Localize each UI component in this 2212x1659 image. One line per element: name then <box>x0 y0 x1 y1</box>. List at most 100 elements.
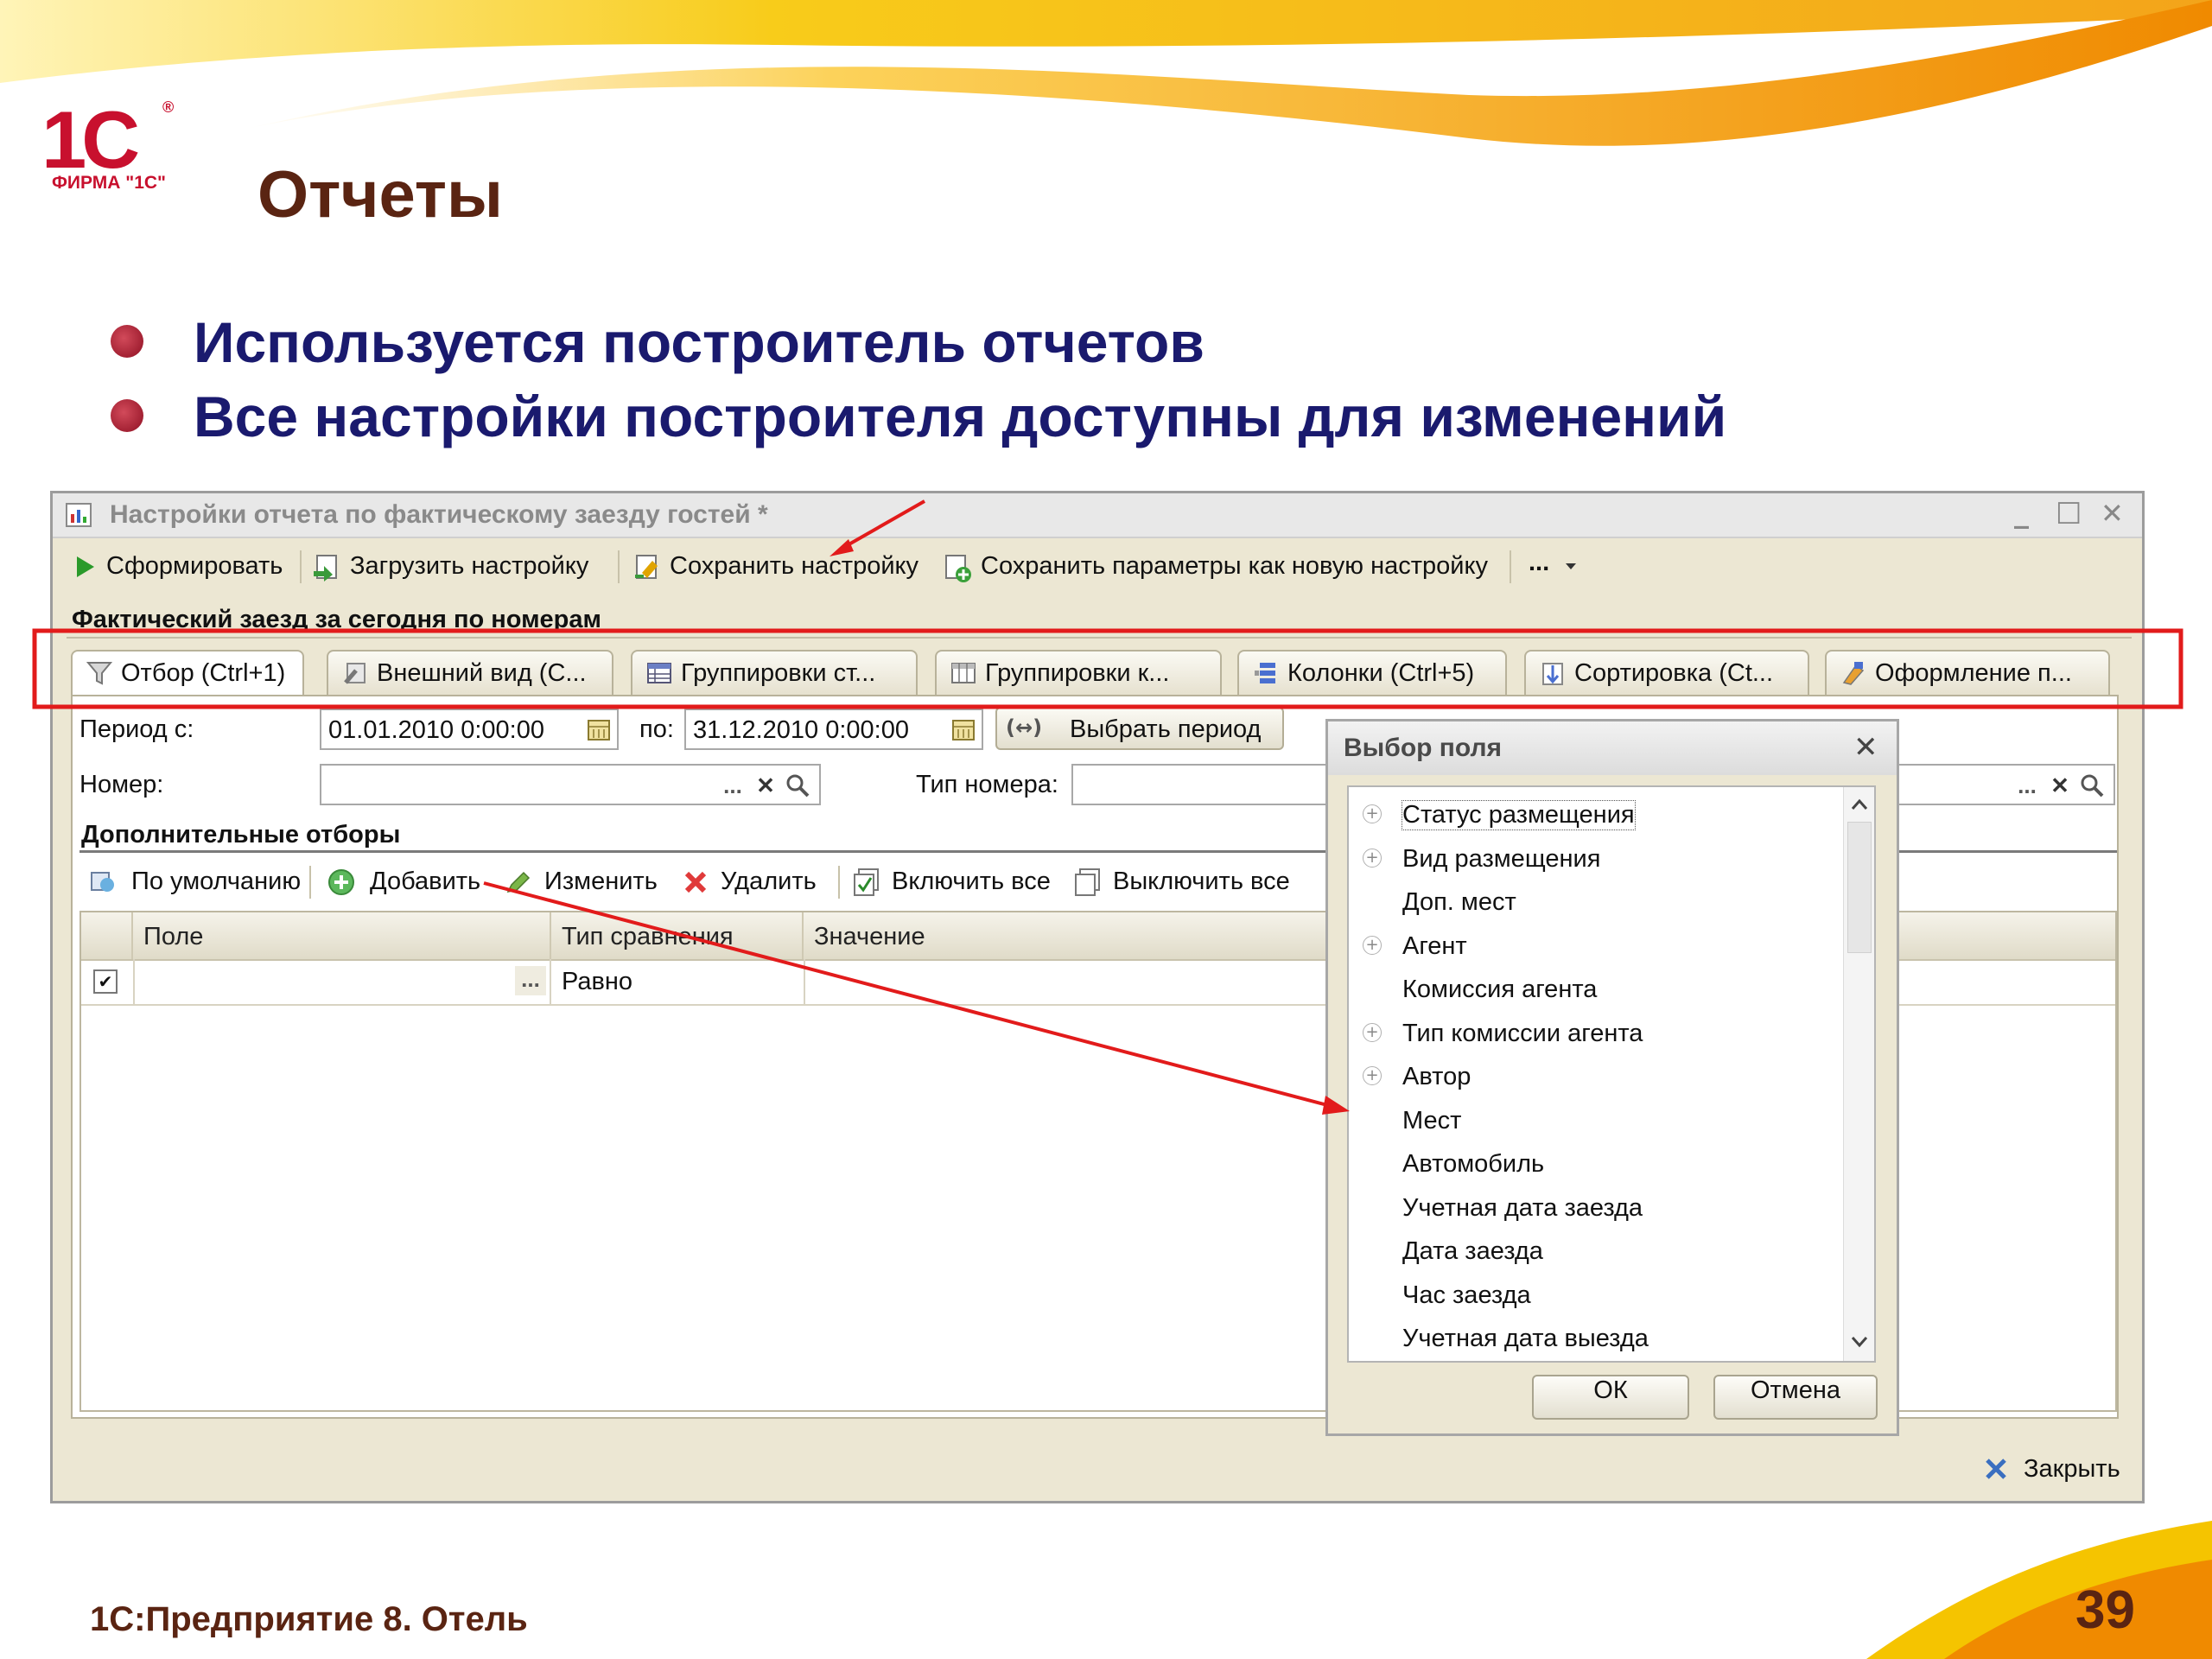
tree-item[interactable]: Доп. мест <box>1349 881 1841 925</box>
tree-item[interactable]: Учетная дата выезда <box>1349 1318 1841 1361</box>
tab-label: Оформление п... <box>1875 659 2072 687</box>
expand-icon[interactable]: + <box>1363 1066 1382 1085</box>
tree-item[interactable]: Мест <box>1349 1100 1841 1143</box>
calendar-icon[interactable] <box>586 717 612 743</box>
tree-item[interactable]: + Автор <box>1349 1056 1841 1099</box>
search-icon[interactable] <box>2079 772 2105 798</box>
room-field[interactable]: ... ✕ <box>320 764 821 805</box>
additional-filters-header: Дополнительные отборы <box>81 821 401 849</box>
paint-icon <box>1842 662 1865 685</box>
tab-sorting[interactable]: Сортировка (Ct... <box>1524 650 1809 695</box>
search-icon[interactable] <box>785 772 810 798</box>
more-actions-button[interactable]: ... <box>1522 547 1582 587</box>
disable-all-button[interactable]: Выключить все <box>1073 862 1306 902</box>
tab-label: Отбор (Ctrl+1) <box>121 659 286 687</box>
expand-icon[interactable]: + <box>1363 804 1382 823</box>
save-as-new-settings-button[interactable]: Сохранить параметры как новую настройку <box>943 547 1565 587</box>
expand-icon[interactable]: + <box>1363 1022 1382 1042</box>
field-tree: + Статус размещения + Вид размещения Доп. ме… <box>1347 785 1876 1363</box>
tree-item-label: Агент <box>1402 931 1467 960</box>
table-rows-icon <box>647 663 671 683</box>
tree-item[interactable]: Автомобиль <box>1349 1143 1841 1186</box>
chevron-down-icon <box>1566 563 1576 569</box>
delete-button[interactable]: Удалить <box>683 862 838 902</box>
cancel-button[interactable]: Отмена <box>1713 1375 1878 1420</box>
choose-period-button[interactable]: (↔) Выбрать период <box>995 707 1284 750</box>
edit-label: Изменить <box>544 868 658 895</box>
room-type-clear-button[interactable]: ✕ <box>2046 771 2074 800</box>
tree-item[interactable]: + Статус размещения <box>1349 794 1841 837</box>
tree-item[interactable]: Дата заезда <box>1349 1230 1841 1274</box>
column-header-field[interactable]: Поле <box>133 912 551 959</box>
close-window-button[interactable]: Закрыть <box>1979 1450 2134 1490</box>
period-to-field[interactable]: 31.12.2010 0:00:00 <box>684 709 983 750</box>
tab-columns[interactable]: Колонки (Ctrl+5) <box>1237 650 1507 695</box>
default-button[interactable]: По умолчанию <box>88 862 304 902</box>
scroll-down-icon[interactable] <box>1849 1333 1870 1351</box>
wrench-icon <box>344 663 365 684</box>
column-header-label: Тип сравнения <box>562 923 734 950</box>
row-checkbox[interactable]: ✔ <box>93 969 118 994</box>
logo-registered: ® <box>162 99 175 116</box>
minimize-button[interactable]: _ <box>2014 495 2029 530</box>
check-all-icon <box>854 868 879 896</box>
maximize-button[interactable]: ☐ <box>2056 497 2082 531</box>
expand-icon[interactable]: + <box>1363 935 1382 955</box>
tree-item-label: Статус размещения <box>1402 800 1636 830</box>
room-type-select-button[interactable]: ... <box>2013 771 2041 800</box>
tab-column-groupings[interactable]: Группировки к... <box>935 650 1222 695</box>
tab-formatting[interactable]: Оформление п... <box>1825 650 2110 695</box>
toolbar-separator <box>300 550 302 583</box>
tree-item[interactable]: + Агент <box>1349 925 1841 969</box>
room-type-label: Тип номера: <box>916 771 1058 798</box>
expand-icon[interactable]: + <box>1363 848 1382 868</box>
room-select-button[interactable]: ... <box>719 771 747 800</box>
vertical-scrollbar[interactable] <box>1843 787 1874 1361</box>
add-button[interactable]: Добавить <box>327 862 499 902</box>
scrollbar-thumb[interactable] <box>1847 822 1872 953</box>
save-settings-button[interactable]: Сохранить настройку <box>632 547 934 587</box>
field-cell[interactable]: ... <box>133 959 551 1004</box>
ok-button[interactable]: ОК <box>1532 1375 1689 1420</box>
dialog-close-button[interactable]: ✕ <box>1853 730 1878 765</box>
dialog-title: Выбор поля <box>1344 734 1503 762</box>
comparison-cell[interactable]: Равно <box>562 968 632 996</box>
report-icon <box>66 503 92 527</box>
scroll-up-icon[interactable] <box>1849 796 1870 813</box>
enable-all-button[interactable]: Включить все <box>852 862 1059 902</box>
save-settings-icon <box>635 555 658 579</box>
divider <box>67 637 2132 639</box>
tree-item-label: Мест <box>1402 1106 1462 1135</box>
period-arrows-icon: (↔) <box>1006 715 1043 740</box>
tab-filter[interactable]: Отбор (Ctrl+1) <box>71 650 304 695</box>
close-label: Закрыть <box>2024 1455 2120 1483</box>
tree-item[interactable]: Учетная дата заезда <box>1349 1187 1841 1230</box>
tree-item-label: Тип комиссии агента <box>1402 1019 1643 1047</box>
tab-appearance[interactable]: Внешний вид (C... <box>327 650 613 695</box>
load-settings-button[interactable]: Загрузить настройку <box>312 547 658 587</box>
delete-x-icon <box>684 871 707 893</box>
tree-item[interactable]: Комиссия агента <box>1349 969 1841 1012</box>
more-actions-label: ... <box>1529 549 1550 576</box>
disable-all-label: Выключить все <box>1113 868 1290 895</box>
generate-button[interactable]: Сформировать <box>73 547 307 587</box>
field-select-button[interactable]: ... <box>515 966 546 995</box>
window-close-button[interactable]: ✕ <box>2101 497 2124 530</box>
columns-list-icon <box>1255 663 1275 683</box>
tree-item-label: Вид размещения <box>1402 844 1601 873</box>
tab-label: Сортировка (Ct... <box>1574 659 1774 687</box>
period-from-field[interactable]: 01.01.2010 0:00:00 <box>320 709 619 750</box>
room-clear-button[interactable]: ✕ <box>752 771 779 800</box>
column-header-label: Поле <box>143 923 204 950</box>
edit-button[interactable]: Изменить <box>505 862 677 902</box>
column-header-comparison[interactable]: Тип сравнения <box>551 912 804 959</box>
toolbar-separator <box>1510 550 1511 583</box>
calendar-icon[interactable] <box>950 717 976 743</box>
tree-item[interactable]: + Вид размещения <box>1349 838 1841 881</box>
tree-item[interactable]: Час заезда <box>1349 1274 1841 1318</box>
plus-circle-icon <box>328 869 354 895</box>
slide-title: Отчеты <box>257 158 503 232</box>
tree-item[interactable]: + Тип комиссии агента <box>1349 1013 1841 1056</box>
funnel-icon <box>86 662 112 685</box>
tab-row-groupings[interactable]: Группировки ст... <box>631 650 918 695</box>
